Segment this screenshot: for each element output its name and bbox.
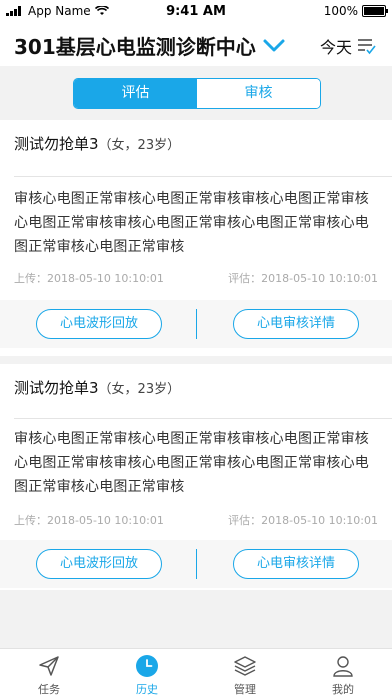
patient-meta: （女，23岁） <box>98 382 181 397</box>
waveform-playback-button[interactable]: 心电波形回放 <box>36 549 162 579</box>
layers-icon <box>234 656 256 676</box>
tab-bar: 任务 历史 管理 我的 <box>0 648 392 697</box>
divider <box>14 176 392 177</box>
status-bar: App Name 9:41 AM 100% <box>0 0 392 24</box>
clock-icon <box>136 655 158 677</box>
divider <box>14 418 392 419</box>
date-filter-label: 今天 <box>319 38 352 57</box>
card-actions: 心电波形回放 心电审核详情 <box>0 540 392 588</box>
tab-evaluate[interactable]: 评估 <box>74 79 197 108</box>
patient-header: 测试勿抢单3（女，23岁） <box>14 120 180 168</box>
assess-time: 评估：2018-05-10 10:10:01 <box>228 272 378 285</box>
patient-name: 测试勿抢单3 <box>14 379 99 397</box>
assess-time: 评估：2018-05-10 10:10:01 <box>228 514 378 527</box>
tab-mine[interactable]: 我的 <box>294 649 392 697</box>
battery-percent: 100% <box>323 4 358 18</box>
header: 301基层心电监测诊断中心 今天 <box>0 24 392 66</box>
page-title: 301基层心电监测诊断中心 <box>14 35 256 59</box>
tab-task[interactable]: 任务 <box>0 649 98 697</box>
status-right: 100% <box>323 4 388 18</box>
tab-review[interactable]: 审核 <box>197 79 320 108</box>
tab-mine-label: 我的 <box>332 683 354 696</box>
tab-history-label: 历史 <box>136 683 158 696</box>
segment-area: 评估 审核 <box>0 66 392 120</box>
action-separator <box>196 309 197 339</box>
user-icon <box>333 656 353 677</box>
patient-meta: （女，23岁） <box>98 138 181 153</box>
send-icon <box>39 656 59 676</box>
tab-history[interactable]: 历史 <box>98 649 196 697</box>
record-card[interactable]: 测试勿抢单3（女，23岁） 审核心电图正常审核心电图正常审核审核心电图正常审核心… <box>0 120 392 356</box>
timestamps: 上传：2018-05-10 10:10:01 评估：2018-05-10 10:… <box>14 270 378 286</box>
tab-task-label: 任务 <box>38 683 60 696</box>
review-detail-button[interactable]: 心电审核详情 <box>233 549 359 579</box>
patient-header: 测试勿抢单3（女，23岁） <box>14 364 180 412</box>
battery-icon <box>362 5 388 17</box>
date-filter-button[interactable]: 今天 <box>320 34 376 58</box>
waveform-playback-button[interactable]: 心电波形回放 <box>36 309 162 339</box>
action-separator <box>196 549 197 579</box>
filter-list-icon <box>358 39 376 55</box>
timestamps: 上传：2018-05-10 10:10:01 评估：2018-05-10 10:… <box>14 512 378 528</box>
report-content: 审核心电图正常审核心电图正常审核审核心电图正常审核心电图正常审核审核心电图正常审… <box>14 191 369 255</box>
record-card[interactable]: 测试勿抢单3（女，23岁） 审核心电图正常审核心电图正常审核审核心电图正常审核心… <box>0 364 392 590</box>
tab-manage[interactable]: 管理 <box>196 649 294 697</box>
report-content: 审核心电图正常审核心电图正常审核审核心电图正常审核心电图正常审核审核心电图正常审… <box>14 431 369 495</box>
patient-name: 测试勿抢单3 <box>14 135 99 153</box>
center-selector[interactable]: 301基层心电监测诊断中心 <box>14 31 286 60</box>
tab-manage-label: 管理 <box>234 683 256 696</box>
segmented-control: 评估 审核 <box>73 78 321 109</box>
review-detail-button[interactable]: 心电审核详情 <box>233 309 359 339</box>
chevron-down-icon <box>263 39 285 51</box>
upload-time: 上传：2018-05-10 10:10:01 <box>14 514 164 527</box>
card-actions: 心电波形回放 心电审核详情 <box>0 300 392 348</box>
upload-time: 上传：2018-05-10 10:10:01 <box>14 272 164 285</box>
